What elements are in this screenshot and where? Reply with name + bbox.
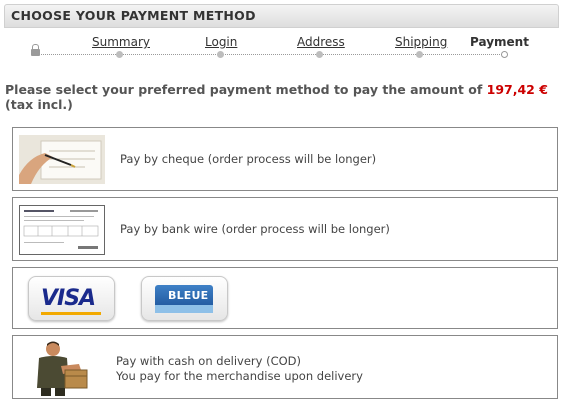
checkout-steps: Summary Login Address Shipping Payment [0,30,567,66]
pay-by-cheque-option[interactable]: Pay by cheque (order process will be lon… [12,127,558,191]
cheque-label: Pay by cheque (order process will be lon… [120,152,377,166]
step-dot-login [217,51,224,58]
step-dot-payment [501,51,508,58]
page-header: CHOOSE YOUR PAYMENT METHOD [4,4,559,28]
cheque-image [19,135,105,184]
delivery-person-image [31,340,93,396]
step-shipping[interactable]: Shipping [395,35,447,49]
carte-bleue-logo: BLEUE [155,285,213,313]
payment-intro: Please select your preferred payment met… [5,82,561,112]
step-dot-summary [116,51,123,58]
visa-logo-stripe [41,312,101,315]
carte-bleue-stripe [155,305,213,313]
intro-tax-note: (tax incl.) [5,97,73,112]
step-summary[interactable]: Summary [92,35,150,49]
lock-icon [31,44,40,56]
carte-bleue-button[interactable]: BLEUE [141,276,228,321]
bankwire-form-image [19,205,105,255]
page-title: CHOOSE YOUR PAYMENT METHOD [11,8,256,23]
intro-text: Please select your preferred payment met… [5,82,487,97]
step-dot-address [316,51,323,58]
step-payment: Payment [470,35,529,49]
cod-sublabel: You pay for the merchandise upon deliver… [116,369,363,383]
bankwire-label: Pay by bank wire (order process will be … [120,222,390,236]
steps-track [36,54,506,55]
step-login[interactable]: Login [205,35,237,49]
order-amount: 197,42 € [486,82,548,97]
step-dot-shipping [416,51,423,58]
pay-by-bankwire-option[interactable]: Pay by bank wire (order process will be … [12,197,558,261]
step-address[interactable]: Address [297,35,345,49]
pay-cash-on-delivery-option[interactable]: Pay with cash on delivery (COD) You pay … [12,335,558,399]
carte-bleue-text: BLEUE [168,289,209,302]
cod-label: Pay with cash on delivery (COD) [116,354,302,368]
card-payment-options: VISA BLEUE [12,267,558,329]
visa-card-button[interactable]: VISA [28,276,115,321]
visa-logo: VISA [41,286,96,311]
